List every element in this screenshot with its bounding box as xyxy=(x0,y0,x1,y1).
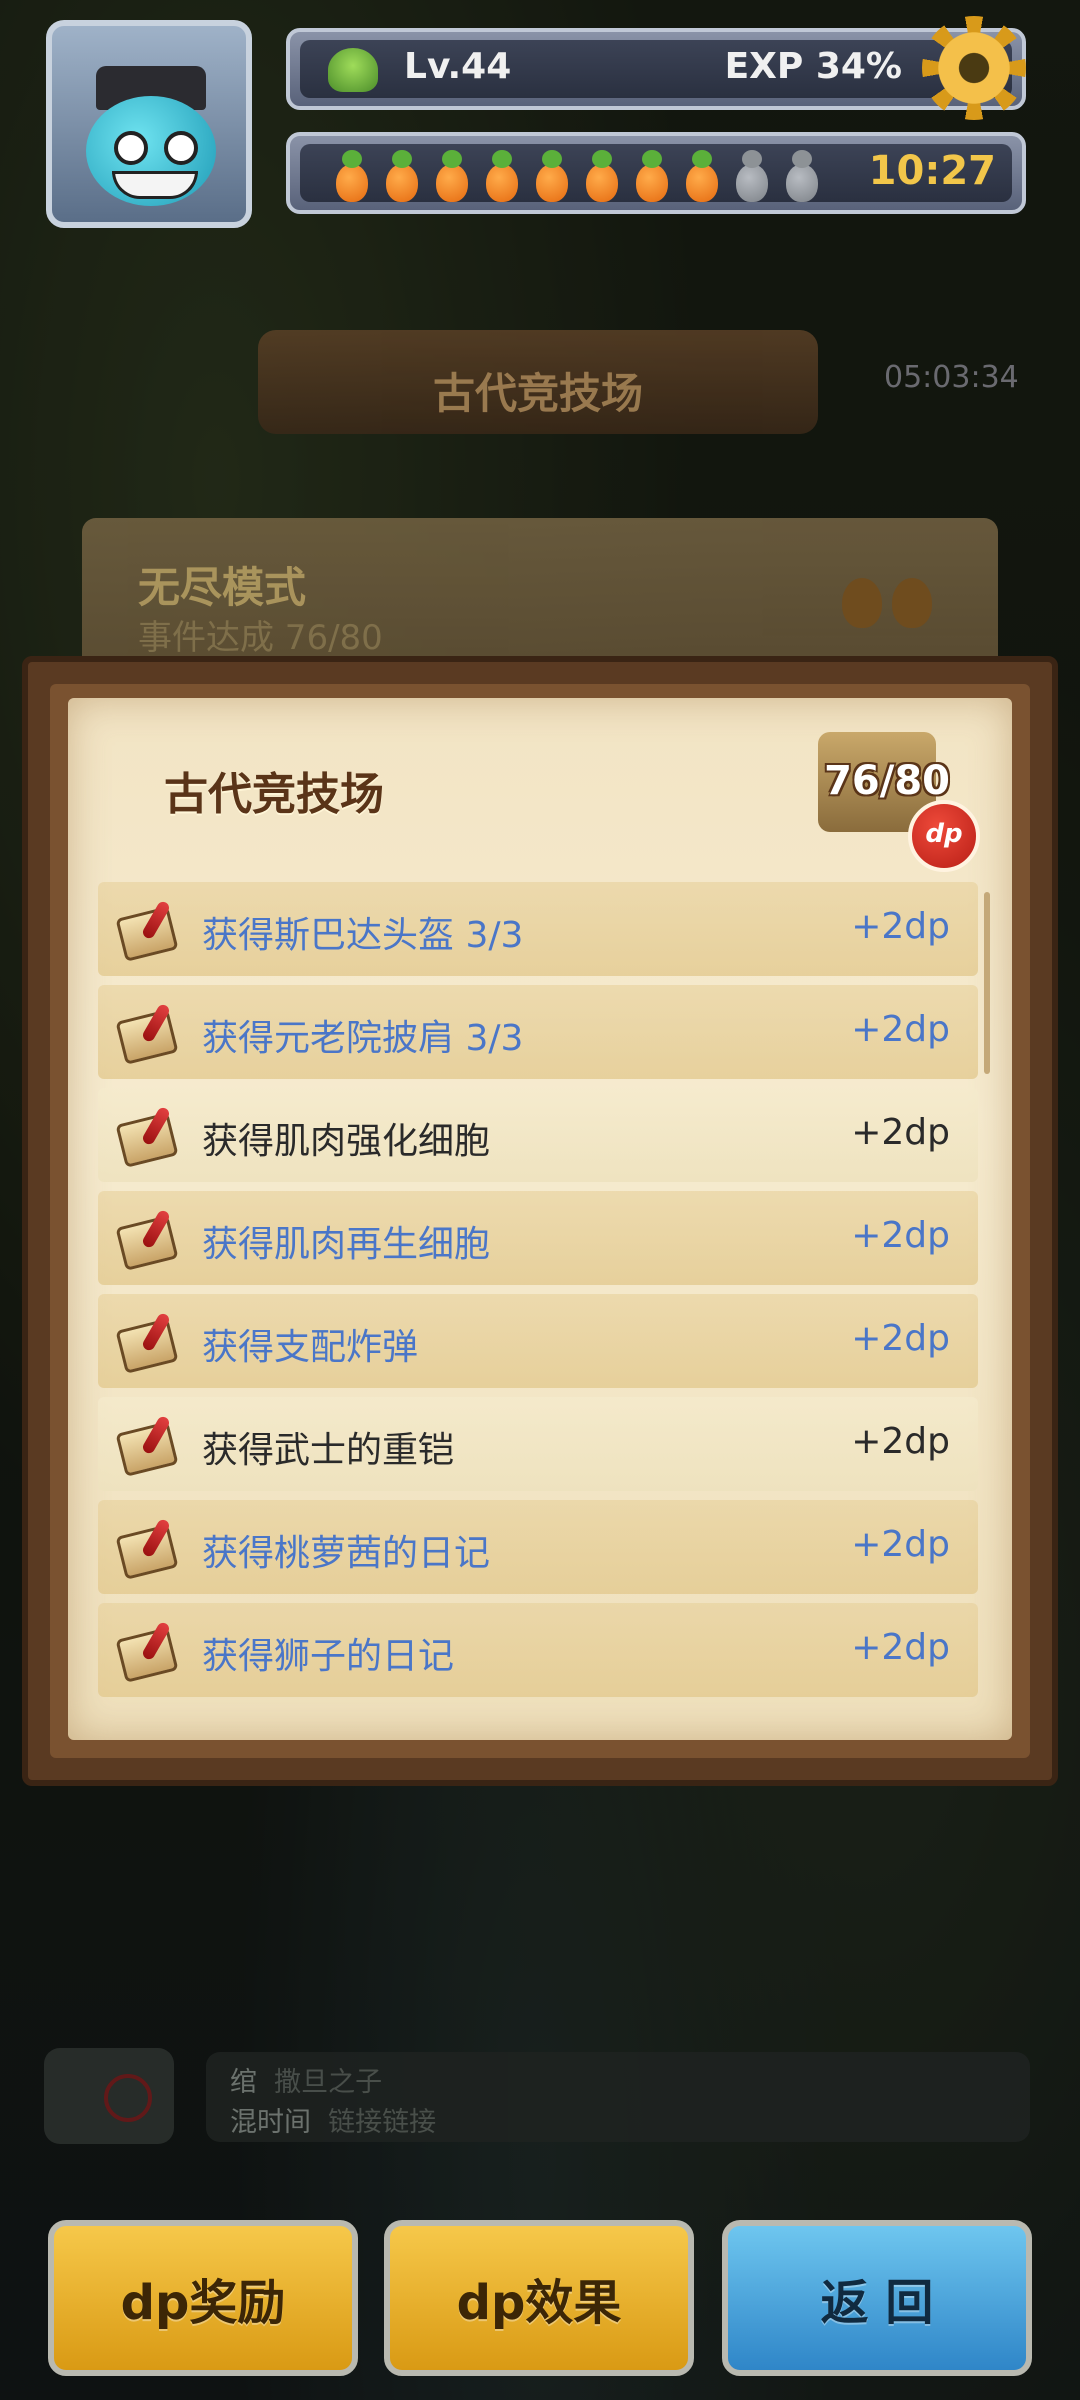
task-points: +2dp xyxy=(851,1318,950,1359)
task-label: 获得狮子的日记 xyxy=(202,1636,455,1677)
carrot-icon xyxy=(328,150,374,204)
task-row[interactable]: 获得元老院披肩 3/3 +2dp xyxy=(98,985,978,1079)
chat-radio-button[interactable] xyxy=(44,2048,174,2144)
quest-scroll-icon xyxy=(120,1312,176,1370)
event-countdown: 05:03:34 xyxy=(884,360,1019,395)
arena-banner: 古代竞技场 xyxy=(258,330,818,434)
dp-badge-icon: dp xyxy=(908,800,980,872)
chat-line-1-message: 撒旦之子 xyxy=(274,2067,383,2098)
carrot-icon xyxy=(628,150,674,204)
carrot-icon xyxy=(528,150,574,204)
task-points: +2dp xyxy=(851,1627,950,1668)
chat-line-2-name: 混时间 xyxy=(230,2107,311,2138)
avatar-eye-right xyxy=(164,131,198,165)
chat-line-2-message: 链接链接 xyxy=(328,2107,437,2138)
task-row[interactable]: 获得肌肉再生细胞 +2dp xyxy=(98,1191,978,1285)
dp-reward-button[interactable]: dp奖励 xyxy=(48,2220,358,2376)
task-row[interactable]: 获得肌肉强化细胞 +2dp xyxy=(98,1088,978,1182)
quest-scroll-icon xyxy=(120,1621,176,1679)
quest-scroll-icon xyxy=(120,900,176,958)
level-bar: Lv.44 EXP 34% xyxy=(286,16,1026,120)
chat-line-1: 绾 撒旦之子 xyxy=(230,2060,382,2099)
task-row[interactable]: 获得狮子的日记 +2dp xyxy=(98,1603,978,1697)
task-points: +2dp xyxy=(851,1421,950,1462)
quest-scroll-icon xyxy=(120,1209,176,1267)
task-row[interactable]: 获得桃萝茜的日记 +2dp xyxy=(98,1500,978,1594)
panel-title: 古代竞技场 xyxy=(164,769,384,820)
chat-preview[interactable]: 绾 撒旦之子 混时间 链接链接 xyxy=(206,2052,1030,2142)
quest-scroll-icon xyxy=(120,1415,176,1473)
task-label: 获得武士的重铠 xyxy=(202,1430,455,1471)
task-label: 获得肌肉再生细胞 xyxy=(202,1224,491,1265)
dp-reward-label: dp奖励 xyxy=(120,2275,286,2331)
back-label: 返 回 xyxy=(820,2275,934,2331)
endless-mode-title: 无尽模式 xyxy=(138,563,307,612)
task-row[interactable]: 获得斯巴达头盔 3/3 +2dp xyxy=(98,882,978,976)
task-points: +2dp xyxy=(851,1524,950,1565)
player-avatar[interactable] xyxy=(46,20,252,228)
carrot-icon xyxy=(778,150,824,204)
task-label: 获得桃萝茜的日记 xyxy=(202,1533,491,1574)
quest-scroll-icon xyxy=(120,1106,176,1164)
carrot-icon xyxy=(378,150,424,204)
task-label: 获得元老院披肩 3/3 xyxy=(202,1018,524,1059)
task-label: 获得斯巴达头盔 3/3 xyxy=(202,915,524,956)
carrot-icon xyxy=(678,150,724,204)
task-points: +2dp xyxy=(851,1215,950,1256)
task-row[interactable]: 获得支配炸弹 +2dp xyxy=(98,1294,978,1388)
arena-banner-label: 古代竞技场 xyxy=(432,369,643,418)
exp-label: EXP 34% xyxy=(724,46,902,87)
level-label: Lv.44 xyxy=(404,46,512,87)
task-label: 获得支配炸弹 xyxy=(202,1327,419,1368)
carrot-icon xyxy=(478,150,524,204)
dp-effect-button[interactable]: dp效果 xyxy=(384,2220,694,2376)
settings-gear-icon[interactable] xyxy=(922,16,1026,120)
acorn-icon xyxy=(892,578,932,628)
quest-scroll-icon xyxy=(120,1518,176,1576)
endless-mode-progress: 事件达成 76/80 xyxy=(138,618,383,658)
quest-scroll-icon xyxy=(120,1003,176,1061)
task-list-scrollbar[interactable] xyxy=(984,892,990,1074)
dp-task-panel: 古代竞技场 76/80 dp 获得斯巴达头盔 3/3 +2dp 获得元老院披肩 3/… xyxy=(22,656,1058,1786)
stamina-bar: 10:27 xyxy=(286,132,1026,214)
stamina-timer: 10:27 xyxy=(868,148,996,194)
carrot-icon xyxy=(578,150,624,204)
task-row[interactable]: 获得武士的重铠 +2dp xyxy=(98,1397,978,1491)
task-points: +2dp xyxy=(851,1112,950,1153)
chat-line-1-name: 绾 xyxy=(230,2067,257,2098)
task-list[interactable]: 获得斯巴达头盔 3/3 +2dp 获得元老院披肩 3/3 +2dp 获得肌肉强化细胞 +2… xyxy=(98,882,978,1706)
acorn-icon xyxy=(842,578,882,628)
stamina-carrots xyxy=(328,150,824,204)
task-label: 获得肌肉强化细胞 xyxy=(202,1121,491,1162)
dp-effect-label: dp效果 xyxy=(456,2275,622,2331)
carrot-icon xyxy=(728,150,774,204)
task-points: +2dp xyxy=(851,1009,950,1050)
chat-line-2: 混时间 链接链接 xyxy=(230,2100,436,2139)
avatar-eye-left xyxy=(114,131,148,165)
dp-progress-count: 76/80 xyxy=(824,758,950,804)
carrot-icon xyxy=(428,150,474,204)
task-points: +2dp xyxy=(851,906,950,947)
tree-icon xyxy=(328,48,378,92)
back-button[interactable]: 返 回 xyxy=(722,2220,1032,2376)
